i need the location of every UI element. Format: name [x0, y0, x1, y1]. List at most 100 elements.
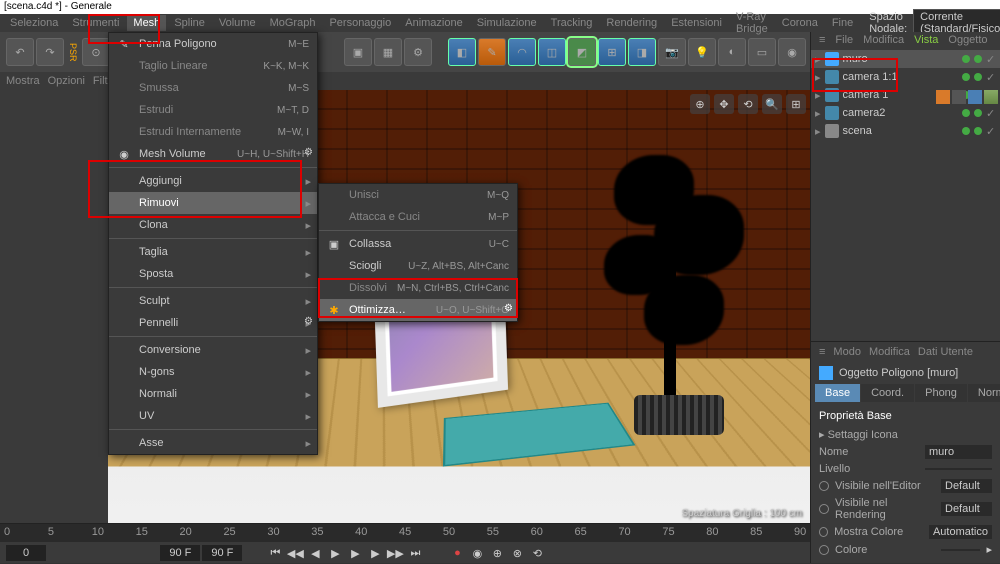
- play-back-button[interactable]: ▶: [326, 544, 344, 562]
- tab-normale[interactable]: Normale: [968, 384, 1000, 402]
- object-row-camera-1:1[interactable]: ▸camera 1:1✓: [811, 68, 1000, 86]
- undo-button[interactable]: ↶: [6, 38, 34, 66]
- goto-end-button[interactable]: ⏭: [406, 544, 424, 562]
- vp-nav-4-icon[interactable]: 🔍: [762, 94, 782, 114]
- menu-corona[interactable]: Corona: [776, 15, 824, 31]
- mesh-item-asse[interactable]: Asse▸: [109, 432, 317, 454]
- menu-mesh[interactable]: Mesh: [127, 15, 166, 31]
- rimuovi-item-dissolvi[interactable]: DissolviM~N, Ctrl+BS, Ctrl+Canc: [319, 277, 517, 299]
- menu-estensioni[interactable]: Estensioni: [665, 15, 728, 31]
- frame-current-field[interactable]: 90 F: [160, 545, 200, 561]
- light-button[interactable]: 💡: [688, 38, 716, 66]
- mesh-item-rimuovi[interactable]: Rimuovi▸: [109, 192, 317, 214]
- menu-spline[interactable]: Spline: [168, 15, 211, 31]
- attr-row[interactable]: Visibile nell'EditorDefault: [819, 477, 992, 495]
- rimuovi-item-sciogli[interactable]: SciogliU~Z, Alt+BS, Alt+Canc: [319, 255, 517, 277]
- attr-dati-utente[interactable]: Dati Utente: [918, 346, 973, 358]
- hamburger-icon[interactable]: ≡: [819, 346, 825, 358]
- floor-button[interactable]: ▭: [748, 38, 776, 66]
- tag-icon-3[interactable]: [968, 90, 982, 104]
- tag-icon-4[interactable]: [984, 90, 998, 104]
- rimuovi-item-attacca-e-cuci[interactable]: Attacca e CuciM~P: [319, 206, 517, 228]
- menu-fine[interactable]: Fine: [826, 15, 859, 31]
- vp-nav-2-icon[interactable]: ✥: [714, 94, 734, 114]
- psr-indicator[interactable]: PSR: [66, 41, 80, 64]
- tab-base[interactable]: Base: [815, 384, 860, 402]
- mesh-item-smussa[interactable]: SmussaM~S: [109, 77, 317, 99]
- render-pv-button[interactable]: ▦: [374, 38, 402, 66]
- object-tag-icons[interactable]: [936, 90, 998, 104]
- generator-button[interactable]: ◫: [538, 38, 566, 66]
- vp-nav-1-icon[interactable]: ⊕: [690, 94, 710, 114]
- attr-row[interactable]: Mostra ColoreAutomatico: [819, 523, 992, 541]
- mesh-item-uv[interactable]: UV▸: [109, 405, 317, 427]
- rp-file[interactable]: File: [835, 34, 853, 46]
- object-row-camera2[interactable]: ▸camera2✓: [811, 104, 1000, 122]
- field-button[interactable]: ⊞: [598, 38, 626, 66]
- mesh-item-n-gons[interactable]: N-gons▸: [109, 361, 317, 383]
- mesh-item-taglio-lineare[interactable]: Taglio LineareK~K, M~K: [109, 55, 317, 77]
- hamburger-icon[interactable]: ≡: [819, 34, 825, 46]
- menu-strumenti[interactable]: Strumenti: [66, 15, 125, 31]
- menu-mograph[interactable]: MoGraph: [264, 15, 322, 31]
- menu-animazione[interactable]: Animazione: [399, 15, 468, 31]
- menu-rendering[interactable]: Rendering: [600, 15, 663, 31]
- menu-simulazione[interactable]: Simulazione: [471, 15, 543, 31]
- key-pos-button[interactable]: ⊕: [488, 544, 506, 562]
- attr-modo[interactable]: Modo: [833, 346, 861, 358]
- mesh-item-penna-poligono[interactable]: ✎Penna PoligonoM~E: [109, 33, 317, 55]
- vp-nav-5-icon[interactable]: ⊞: [786, 94, 806, 114]
- render-button[interactable]: ▣: [344, 38, 372, 66]
- mesh-item-clona[interactable]: Clona▸: [109, 214, 317, 236]
- redo-button[interactable]: ↷: [36, 38, 64, 66]
- rp-oggetto[interactable]: Oggetto: [948, 34, 987, 46]
- scene-button[interactable]: ◨: [628, 38, 656, 66]
- mesh-item-sposta[interactable]: Sposta▸: [109, 263, 317, 285]
- live-select-button[interactable]: ⊙: [82, 38, 110, 66]
- key-scale-button[interactable]: ⊗: [508, 544, 526, 562]
- rp-modifica[interactable]: Modifica: [863, 34, 904, 46]
- menu-volume[interactable]: Volume: [213, 15, 262, 31]
- mesh-item-estrudi-internamente[interactable]: Estrudi InternamenteM~W, I: [109, 121, 317, 143]
- prev-key-button[interactable]: ◀◀: [286, 544, 304, 562]
- attr-row[interactable]: Colore▸: [819, 541, 992, 558]
- vp-nav-3-icon[interactable]: ⟲: [738, 94, 758, 114]
- menu-seleziona[interactable]: Seleziona: [4, 15, 64, 31]
- mesh-item-pennelli[interactable]: Pennelli▸⚙: [109, 312, 317, 334]
- rimuovi-item-unisci[interactable]: UnisciM~Q: [319, 184, 517, 206]
- menu-personaggio[interactable]: Personaggio: [323, 15, 397, 31]
- render-settings-button[interactable]: ⚙: [404, 38, 432, 66]
- menu-vray[interactable]: V-Ray Bridge: [730, 9, 774, 37]
- material-button[interactable]: ◉: [778, 38, 806, 66]
- prev-frame-button[interactable]: ◀: [306, 544, 324, 562]
- menu-tracking[interactable]: Tracking: [545, 15, 599, 31]
- mesh-item-sculpt[interactable]: Sculpt▸: [109, 290, 317, 312]
- next-frame-button[interactable]: ▶: [366, 544, 384, 562]
- pen-button[interactable]: ✎: [478, 38, 506, 66]
- vp-opzioni[interactable]: Opzioni: [48, 75, 85, 87]
- frame-end-field[interactable]: 90 F: [202, 545, 242, 561]
- play-button[interactable]: ▶: [346, 544, 364, 562]
- mesh-item-estrudi[interactable]: EstrudiM~T, D: [109, 99, 317, 121]
- tab-coord[interactable]: Coord.: [861, 384, 914, 402]
- camera-button[interactable]: 📷: [658, 38, 686, 66]
- record-button[interactable]: ●: [448, 544, 466, 562]
- goto-start-button[interactable]: ⏮: [266, 544, 284, 562]
- attr-modifica[interactable]: Modifica: [869, 346, 910, 358]
- rimuovi-item-ottimizza-[interactable]: ✱Ottimizza…U~O, U~Shift+O⚙: [319, 299, 517, 321]
- left-tool-palette[interactable]: [0, 90, 108, 523]
- tag-icon-2[interactable]: [952, 90, 966, 104]
- frame-start-field[interactable]: 0: [6, 545, 46, 561]
- object-row-muro[interactable]: ▸muro✓: [811, 50, 1000, 68]
- spline-button[interactable]: ◠: [508, 38, 536, 66]
- attr-row[interactable]: ▸ Settaggi Icona: [819, 426, 992, 443]
- rimuovi-item-collassa[interactable]: ▣CollassaU~C: [319, 233, 517, 255]
- tab-phong[interactable]: Phong: [915, 384, 967, 402]
- timeline-ruler[interactable]: 051015202530354045505560657075808590: [0, 524, 810, 542]
- attr-row[interactable]: Visibile nel RenderingDefault: [819, 495, 992, 523]
- object-row-scena[interactable]: ▸scena✓: [811, 122, 1000, 140]
- key-rot-button[interactable]: ⟲: [528, 544, 546, 562]
- vp-mostra[interactable]: Mostra: [6, 75, 40, 87]
- tag-button[interactable]: ◐: [718, 38, 746, 66]
- mesh-item-mesh-volume[interactable]: ◉Mesh VolumeU~H, U~Shift+H⚙: [109, 143, 317, 165]
